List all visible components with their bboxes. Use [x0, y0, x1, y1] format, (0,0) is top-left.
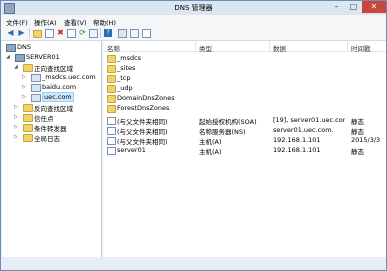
folder-icon [23, 124, 33, 132]
folder-icon [107, 95, 116, 103]
tree-item-zone-msdcs[interactable]: ▷ _msdcs.uec.com [22, 73, 100, 82]
record-icon [107, 147, 116, 155]
column-name[interactable]: 名称 [107, 43, 120, 53]
zone-icon [31, 74, 41, 82]
folder-icon [107, 85, 116, 93]
server-icon [15, 54, 25, 62]
tree-item-server01[interactable]: ◢ SERVER01 [6, 53, 96, 62]
list-item[interactable]: _msdcs [103, 53, 386, 63]
toolbar-separator [29, 28, 30, 38]
refresh-icon[interactable]: ⟳ [78, 28, 87, 37]
menu-bar: 文件(F) 操作(A) 查看(V) 帮助(H) [1, 15, 386, 27]
table-row[interactable]: (与父文件夹相同) 起始授权机构(SOA) [19], server01.uec… [103, 115, 386, 126]
properties-icon[interactable] [67, 29, 76, 38]
tree-item-zone-uec[interactable]: ▷ uec.com [22, 92, 100, 102]
record-icon [107, 117, 116, 125]
help-icon[interactable]: ? [104, 29, 112, 37]
maximize-icon[interactable]: □ [345, 1, 362, 13]
column-divider[interactable] [269, 41, 270, 51]
table-row[interactable]: server01 主机(A) 192.168.1.101 静态 [103, 145, 386, 156]
chevron-right-icon[interactable]: ▷ [14, 104, 18, 110]
back-arrow-icon[interactable]: ◀ [6, 28, 15, 37]
chevron-right-icon[interactable]: ▷ [22, 84, 26, 90]
tree-item-global-logs[interactable]: ▷ 全局日志 [14, 133, 99, 143]
zone-icon [31, 84, 41, 92]
chevron-right-icon[interactable]: ▷ [22, 94, 26, 100]
chevron-down-icon[interactable]: ◢ [14, 64, 18, 70]
close-icon[interactable]: ✕ [362, 1, 386, 13]
list-header: 名称 类型 数据 时间戳 [103, 41, 386, 53]
server-icon[interactable] [118, 29, 127, 38]
chevron-right-icon[interactable]: ▷ [22, 74, 26, 80]
forward-arrow-icon[interactable]: ▶ [17, 28, 26, 37]
table-row[interactable]: (与父文件夹相同) 名称服务器(NS) server01.uec.com. 静态 [103, 125, 386, 136]
chevron-right-icon[interactable]: ▷ [14, 114, 18, 120]
tree-item-trust-points[interactable]: ▷ 信任点 [14, 113, 99, 123]
tree-item-forward-zones[interactable]: ◢ 正向查找区域 [14, 63, 99, 73]
tree-item-conditional-forwarders[interactable]: ▷ 条件转发器 [14, 123, 99, 133]
folder-icon [107, 55, 116, 63]
list-item[interactable]: _tcp [103, 73, 386, 83]
list-item[interactable]: _udp [103, 83, 386, 93]
table-row[interactable]: (与父文件夹相同) 主机(A) 192.168.1.101 2015/3/3 [103, 135, 386, 146]
status-bar [1, 258, 386, 270]
column-type[interactable]: 类型 [199, 43, 212, 53]
delete-icon[interactable]: ✖ [56, 28, 65, 37]
tree-item-zone-baidu[interactable]: ▷ baidu.com [22, 83, 100, 92]
console-tree-icon[interactable] [45, 29, 54, 38]
tree-item-dns[interactable]: DNS [4, 43, 94, 52]
console-tree: DNS ◢ SERVER01 ◢ 正向查找区域 ▷ _msdcs.uec.com… [2, 41, 102, 257]
folder-icon [107, 75, 116, 83]
record-list: 名称 类型 数据 时间戳 _msdcs _sites _tcp _udp Dom… [103, 41, 386, 257]
column-timestamp[interactable]: 时间戳 [351, 43, 371, 53]
list-item[interactable]: _sites [103, 63, 386, 73]
toolbar-separator [100, 28, 101, 38]
chevron-right-icon[interactable]: ▷ [14, 124, 18, 130]
column-divider[interactable] [195, 41, 196, 51]
folder-up-icon[interactable] [33, 30, 42, 38]
folder-icon [23, 134, 33, 142]
folder-icon [23, 114, 33, 122]
folder-icon [107, 105, 116, 113]
chevron-down-icon[interactable]: ◢ [6, 54, 10, 60]
zone-icon[interactable] [130, 29, 139, 38]
column-divider[interactable] [347, 41, 348, 51]
title-bar[interactable]: DNS 管理器 – □ ✕ [1, 1, 386, 15]
record-icon [107, 127, 116, 135]
column-data[interactable]: 数据 [273, 43, 286, 53]
dns-icon [6, 44, 16, 52]
zone-icon [31, 94, 41, 102]
record-icon[interactable] [142, 29, 151, 38]
list-item[interactable]: ForestDnsZones [103, 103, 386, 113]
list-item[interactable]: DomainDnsZones [103, 93, 386, 103]
toolbar: ◀ ▶ ✖ ⟳ ? [1, 26, 386, 41]
export-icon[interactable] [89, 29, 98, 38]
folder-icon [23, 104, 33, 112]
tree-item-reverse-zones[interactable]: ▷ 反向查找区域 [14, 103, 99, 113]
record-icon [107, 137, 116, 145]
chevron-right-icon[interactable]: ▷ [14, 134, 18, 140]
folder-icon [107, 65, 116, 73]
dns-manager-window: DNS 管理器 – □ ✕ 文件(F) 操作(A) 查看(V) 帮助(H) ◀ … [0, 0, 387, 271]
minimize-icon[interactable]: – [328, 1, 345, 13]
folder-icon [23, 64, 33, 72]
